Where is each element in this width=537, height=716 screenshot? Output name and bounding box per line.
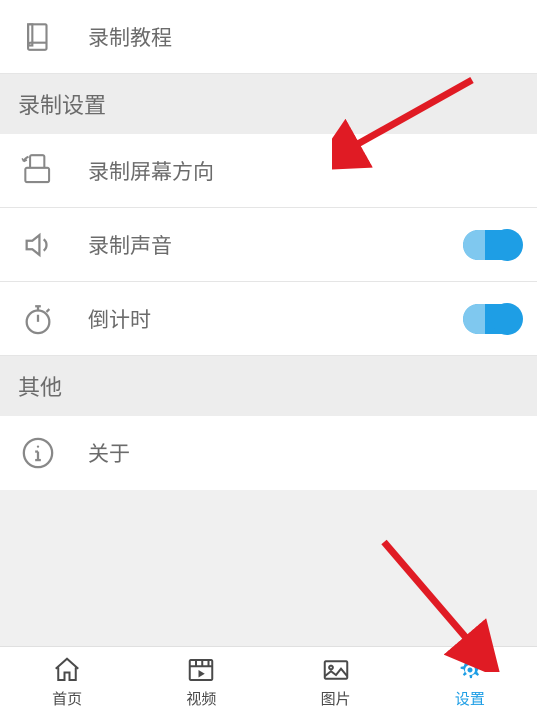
countdown-row[interactable]: 倒计时 <box>0 282 537 356</box>
bottom-nav: 首页 视频 图片 <box>0 646 537 716</box>
nav-picture-label: 图片 <box>321 688 351 709</box>
about-label: 关于 <box>88 438 519 468</box>
home-icon <box>51 654 83 686</box>
nav-home[interactable]: 首页 <box>0 647 134 716</box>
countdown-label: 倒计时 <box>88 304 463 334</box>
nav-video-label: 视频 <box>186 688 216 709</box>
sound-toggle[interactable] <box>463 230 519 260</box>
book-icon <box>18 17 58 57</box>
nav-home-label: 首页 <box>52 688 82 709</box>
orientation-label: 录制屏幕方向 <box>88 156 519 186</box>
countdown-toggle[interactable] <box>463 304 519 334</box>
sound-label: 录制声音 <box>88 230 463 260</box>
nav-settings-label: 设置 <box>455 688 485 709</box>
orientation-row[interactable]: 录制屏幕方向 <box>0 134 537 208</box>
tutorial-label: 录制教程 <box>88 22 519 52</box>
nav-settings[interactable]: 设置 <box>403 647 537 716</box>
info-icon <box>18 433 58 473</box>
picture-icon <box>320 654 352 686</box>
sound-icon <box>18 225 58 265</box>
stopwatch-icon <box>18 299 58 339</box>
nav-picture[interactable]: 图片 <box>269 647 403 716</box>
rotate-device-icon <box>18 151 58 191</box>
gear-icon <box>454 654 486 686</box>
section-record-settings: 录制设置 <box>0 74 537 134</box>
tutorial-row[interactable]: 录制教程 <box>0 0 537 74</box>
video-icon <box>185 654 217 686</box>
about-row[interactable]: 关于 <box>0 416 537 490</box>
sound-row[interactable]: 录制声音 <box>0 208 537 282</box>
nav-video[interactable]: 视频 <box>134 647 268 716</box>
section-other: 其他 <box>0 356 537 416</box>
